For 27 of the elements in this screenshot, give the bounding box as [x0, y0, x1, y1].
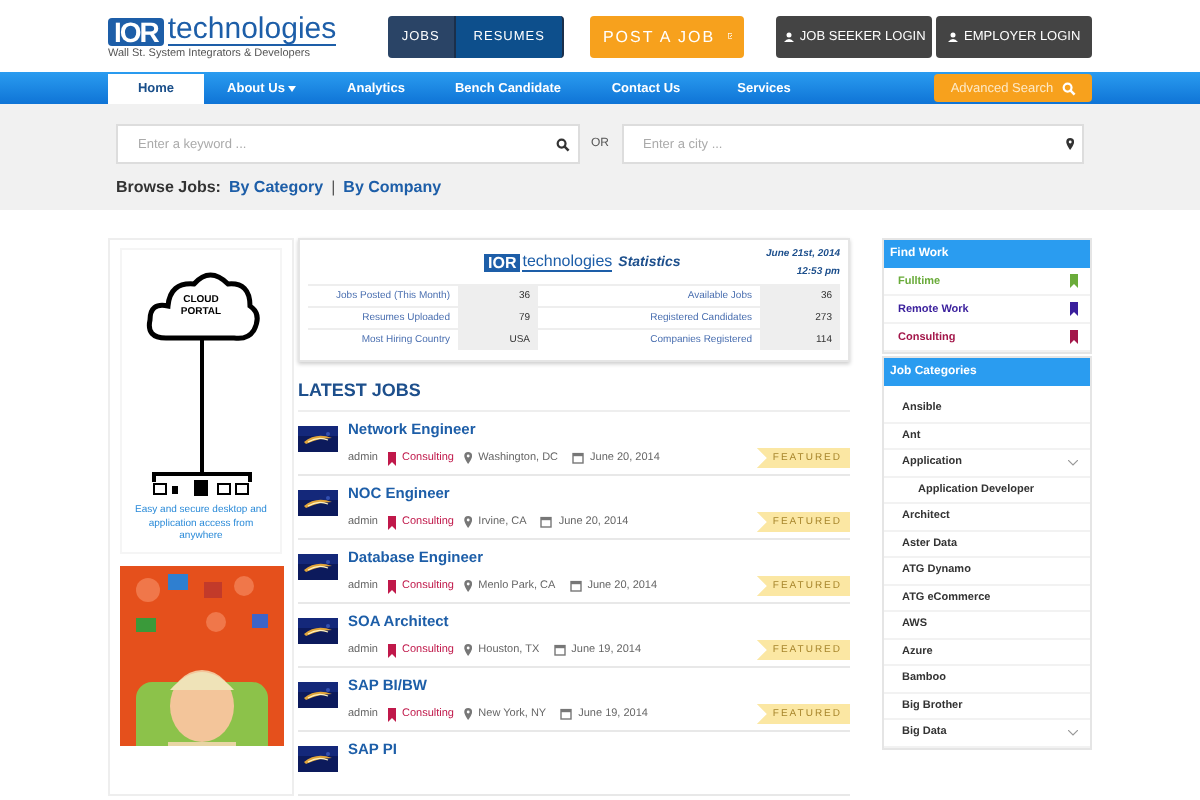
- user-icon: [948, 31, 959, 41]
- browse-label: Browse Jobs:: [116, 178, 221, 196]
- bookmark-icon: [387, 579, 396, 593]
- company-logo: IOR technologies: [484, 252, 613, 272]
- location-pin-icon: [463, 708, 473, 720]
- separator: |: [331, 178, 336, 196]
- location-pin-icon: [1065, 138, 1074, 150]
- search-icon: [1061, 81, 1076, 95]
- location-pin-icon: [463, 580, 473, 592]
- location-pin-icon: [463, 452, 473, 464]
- company-link[interactable]: By Company: [343, 178, 442, 196]
- bookmark-icon: [387, 451, 396, 465]
- calendar-icon: [569, 580, 582, 592]
- bookmark-icon: [387, 643, 396, 657]
- calendar-icon: [540, 516, 553, 528]
- edit-icon: [727, 30, 733, 42]
- section-title: LATEST JOBS: [298, 380, 850, 412]
- calendar-icon: [560, 708, 573, 720]
- category-link[interactable]: By Category: [228, 178, 324, 196]
- calendar-icon: [572, 452, 585, 464]
- calendar-icon: [553, 644, 566, 656]
- bookmark-icon: [387, 707, 396, 721]
- location-pin-icon: [463, 644, 473, 656]
- search-icon: [555, 137, 569, 151]
- location-pin-icon: [463, 516, 473, 528]
- bookmark-icon: [387, 515, 396, 529]
- user-icon: [783, 31, 794, 41]
